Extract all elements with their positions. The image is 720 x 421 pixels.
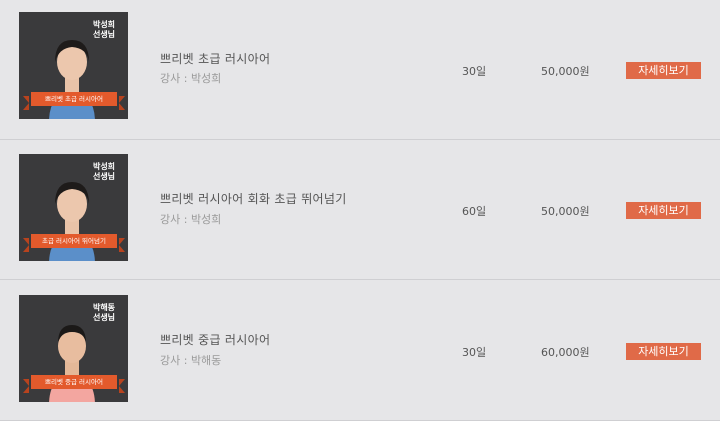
course-teacher: 강사 : 박해동	[160, 354, 222, 367]
course-price: 50,000원	[541, 205, 590, 218]
instructor-nameplate: 박성희 선생님	[92, 20, 116, 39]
instructor-nameplate: 박해동 선생님	[92, 303, 116, 322]
view-details-button[interactable]: 자세히보기	[626, 202, 701, 219]
course-title[interactable]: 쁘리벳 중급 러시아어	[160, 331, 270, 348]
course-thumbnail[interactable]: 박성희 선생님 쁘리벳 초급 러시아어	[19, 12, 128, 119]
course-list: 박성희 선생님 쁘리벳 초급 러시아어 쁘리벳 초급 러시아어 강사 : 박성희…	[0, 0, 720, 421]
course-duration: 60일	[462, 205, 487, 218]
course-row: 박성희 선생님 초급 러시아어 뛰어넘기 쁘리벳 러시아어 회화 초급 뛰어넘기…	[0, 140, 720, 280]
thumbnail-ribbon: 초급 러시아어 뛰어넘기	[23, 234, 125, 252]
view-details-button[interactable]: 자세히보기	[626, 62, 701, 79]
course-row: 박해동 선생님 쁘리벳 중급 러시아어 쁘리벳 중급 러시아어 강사 : 박해동…	[0, 281, 720, 421]
course-title[interactable]: 쁘리벳 러시아어 회화 초급 뛰어넘기	[160, 190, 347, 207]
course-price: 60,000원	[541, 346, 590, 359]
course-teacher: 강사 : 박성희	[160, 72, 222, 85]
course-duration: 30일	[462, 65, 487, 78]
course-teacher: 강사 : 박성희	[160, 213, 222, 226]
course-duration: 30일	[462, 346, 487, 359]
course-thumbnail[interactable]: 박해동 선생님 쁘리벳 중급 러시아어	[19, 295, 128, 402]
thumbnail-ribbon: 쁘리벳 중급 러시아어	[23, 375, 125, 393]
course-thumbnail[interactable]: 박성희 선생님 초급 러시아어 뛰어넘기	[19, 154, 128, 261]
course-title[interactable]: 쁘리벳 초급 러시아어	[160, 50, 270, 67]
course-row: 박성희 선생님 쁘리벳 초급 러시아어 쁘리벳 초급 러시아어 강사 : 박성희…	[0, 0, 720, 140]
course-price: 50,000원	[541, 65, 590, 78]
thumbnail-ribbon: 쁘리벳 초급 러시아어	[23, 92, 125, 110]
instructor-nameplate: 박성희 선생님	[92, 162, 116, 181]
view-details-button[interactable]: 자세히보기	[626, 343, 701, 360]
